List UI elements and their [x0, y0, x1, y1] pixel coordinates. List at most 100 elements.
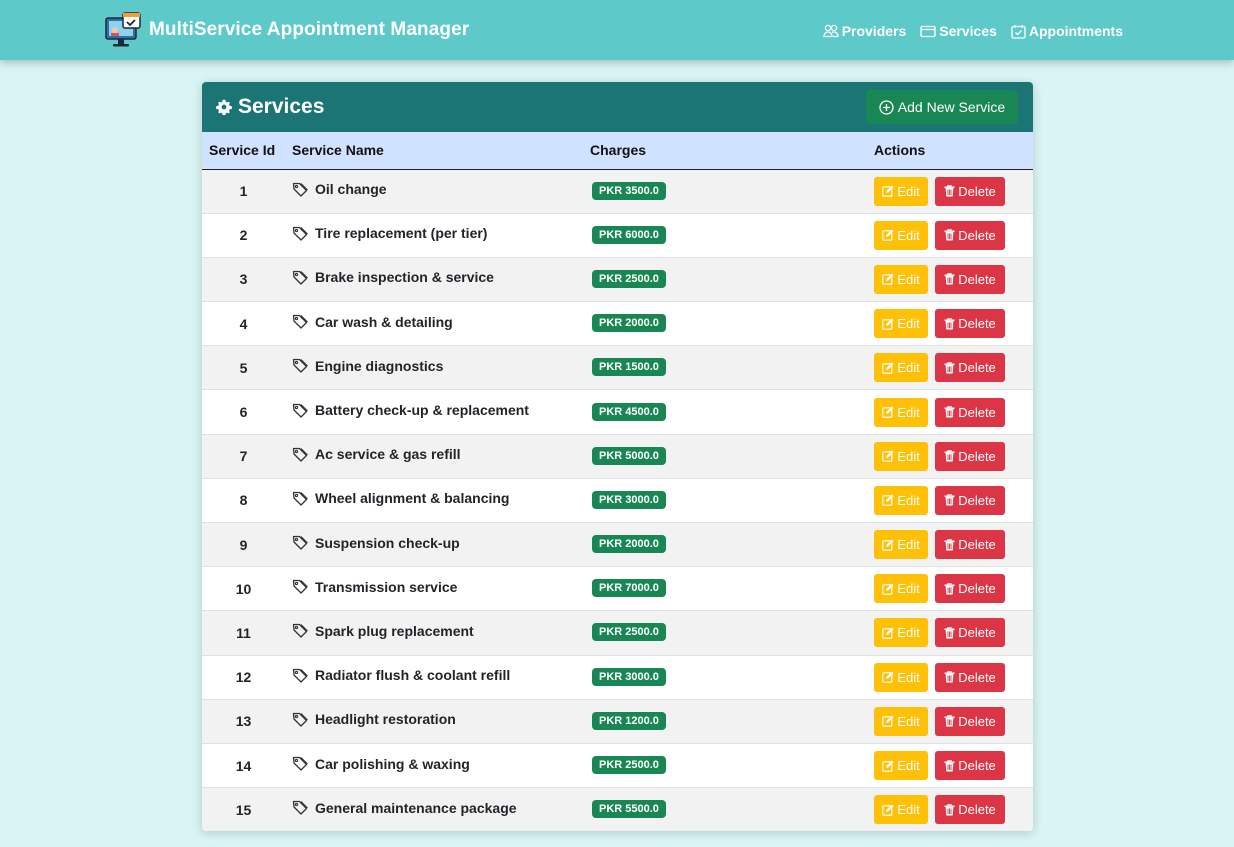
service-name: Spark plug replacement [315, 622, 474, 639]
delete-button[interactable]: Delete [935, 264, 1005, 294]
edit-button[interactable]: Edit [874, 309, 928, 339]
delete-button[interactable]: Delete [935, 751, 1005, 781]
delete-button[interactable]: Delete [935, 353, 1005, 383]
nav-appointments[interactable]: Appointments [1011, 23, 1123, 39]
price-badge: PKR 5500.0 [592, 800, 666, 819]
charges-cell: PKR 6000.0 [583, 213, 874, 257]
tag-icon [292, 403, 308, 418]
service-id-cell: 9 [239, 536, 248, 553]
delete-label: Delete [958, 802, 996, 818]
add-new-service-button[interactable]: Add New Service [866, 90, 1018, 124]
service-name: Ac service & gas refill [315, 446, 461, 463]
tag-icon [292, 491, 308, 506]
pencil-square-icon [882, 539, 894, 551]
delete-button[interactable]: Delete [935, 397, 1005, 427]
nav-services[interactable]: Services [920, 23, 997, 39]
delete-label: Delete [958, 271, 996, 287]
service-name: Battery check-up & replacement [315, 402, 529, 419]
edit-label: Edit [897, 713, 920, 729]
table-row: 6 Battery check-up & replacement PKR 4500.… [202, 389, 1033, 435]
table-row: 10 Transmission service PKR 7000.0 Edit Dele… [202, 566, 1033, 611]
delete-label: Delete [958, 316, 996, 332]
edit-label: Edit [897, 492, 920, 508]
pencil-square-icon [882, 583, 894, 595]
brand[interactable]: MultiService Appointment Manager [104, 12, 469, 48]
edit-button[interactable]: Edit [874, 574, 928, 604]
edit-button[interactable]: Edit [874, 353, 928, 383]
edit-label: Edit [897, 227, 920, 243]
edit-button[interactable]: Edit [874, 397, 928, 427]
edit-button[interactable]: Edit [874, 485, 928, 515]
trash-icon [944, 317, 955, 330]
edit-button[interactable]: Edit [874, 706, 928, 736]
trash-icon [944, 538, 955, 551]
delete-button[interactable]: Delete [935, 309, 1005, 339]
charges-cell: PKR 3000.0 [583, 655, 874, 699]
table-row: 8 Wheel alignment & balancing PKR 3000.0 Ed… [202, 478, 1033, 523]
table-row: 4 Car wash & detailing PKR 2000.0 Edit Delet… [202, 301, 1033, 346]
price-badge: PKR 2500.0 [592, 623, 666, 642]
edit-button[interactable]: Edit [874, 264, 928, 294]
price-badge: PKR 1500.0 [592, 358, 666, 377]
delete-button[interactable]: Delete [935, 706, 1005, 736]
delete-button[interactable]: Delete [935, 795, 1005, 825]
nav-links: Providers Services Appointments [809, 21, 1123, 41]
header-service-name: Service Name [292, 142, 384, 159]
service-name-cell: Car polishing & waxing [285, 743, 583, 787]
delete-label: Delete [958, 492, 996, 508]
header-charges: Charges [590, 142, 647, 159]
service-name-cell: Spark plug replacement [285, 611, 583, 655]
delete-label: Delete [958, 581, 996, 597]
delete-label: Delete [958, 360, 996, 376]
pencil-square-icon [882, 627, 894, 639]
tag-icon [292, 668, 308, 683]
actions-cell: Edit Delete [874, 213, 1033, 257]
edit-button[interactable]: Edit [874, 220, 928, 250]
edit-button[interactable]: Edit [874, 441, 928, 471]
nav-providers[interactable]: Providers [823, 23, 906, 39]
delete-button[interactable]: Delete [935, 530, 1005, 560]
charges-cell: PKR 5000.0 [583, 434, 874, 478]
table-row: 3 Brake inspection & service PKR 2500.0 Edi… [202, 257, 1033, 302]
service-name-cell: Radiator flush & coolant refill [285, 655, 583, 699]
table-row: 11 Spark plug replacement PKR 2500.0 Edit De… [202, 610, 1033, 656]
actions-cell: Edit Delete [874, 478, 1033, 522]
edit-label: Edit [897, 625, 920, 641]
delete-button[interactable]: Delete [935, 485, 1005, 515]
delete-button[interactable]: Delete [935, 176, 1005, 206]
tag-icon [292, 580, 308, 594]
service-name: Car polishing & waxing [315, 755, 470, 772]
delete-button[interactable]: Delete [935, 662, 1005, 692]
price-badge: PKR 4500.0 [592, 402, 666, 421]
service-id-cell: 8 [239, 492, 248, 509]
service-name: Tire replacement (per tier) [315, 225, 488, 242]
charges-cell: PKR 2500.0 [583, 257, 874, 301]
delete-button[interactable]: Delete [935, 220, 1005, 250]
delete-button[interactable]: Delete [935, 574, 1005, 604]
price-badge: PKR 2500.0 [592, 269, 666, 288]
delete-label: Delete [958, 404, 996, 420]
price-badge: PKR 3000.0 [592, 667, 666, 686]
delete-label: Delete [958, 669, 996, 685]
price-badge: PKR 3000.0 [592, 490, 666, 509]
edit-button[interactable]: Edit [874, 176, 928, 206]
delete-label: Delete [958, 625, 996, 641]
delete-label: Delete [958, 227, 996, 243]
trash-icon [944, 450, 955, 462]
edit-label: Edit [897, 758, 920, 774]
trash-icon [944, 583, 955, 595]
card-title-text: Services [238, 95, 325, 118]
service-id-cell: 11 [236, 624, 251, 641]
service-name-cell: Engine diagnostics [285, 346, 583, 390]
delete-button[interactable]: Delete [935, 441, 1005, 471]
edit-button[interactable]: Edit [874, 795, 928, 825]
people-icon [823, 24, 839, 38]
edit-button[interactable]: Edit [874, 751, 928, 781]
service-id-cell: 13 [235, 713, 252, 730]
edit-button[interactable]: Edit [874, 530, 928, 560]
edit-button[interactable]: Edit [874, 618, 928, 648]
actions-cell: Edit Delete [874, 523, 1033, 567]
actions-cell: Edit Delete [874, 169, 1033, 213]
edit-button[interactable]: Edit [874, 662, 928, 692]
delete-button[interactable]: Delete [935, 618, 1005, 648]
